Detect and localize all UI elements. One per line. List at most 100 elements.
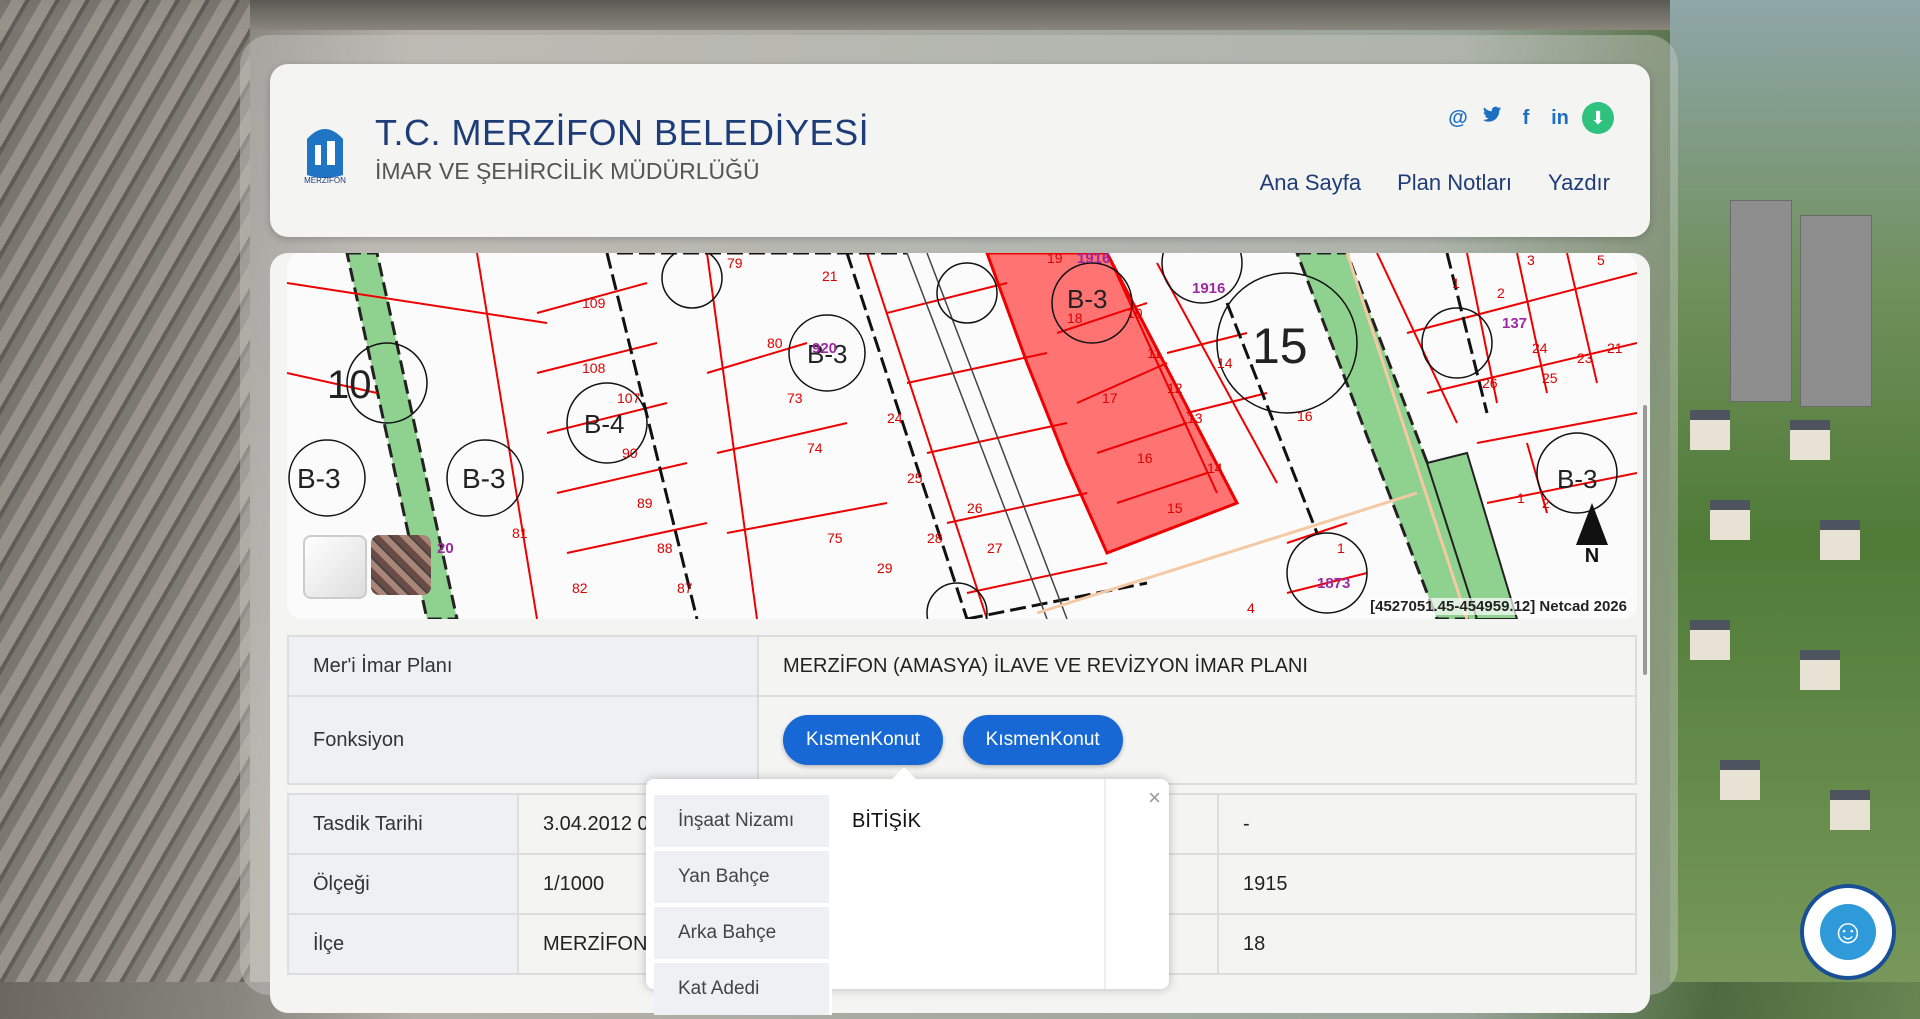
svg-text:21: 21 — [1607, 340, 1623, 356]
svg-text:107: 107 — [617, 390, 641, 406]
function-popup: × İnşaat Nizamı BİTİŞİK Yan Bahçe Arka B… — [646, 767, 1169, 1015]
svg-text:79: 79 — [727, 255, 743, 271]
background-tower — [1800, 215, 1872, 407]
svg-text:4: 4 — [1247, 600, 1255, 616]
svg-text:25: 25 — [1542, 370, 1558, 386]
background-tower — [1730, 200, 1792, 402]
svg-text:88: 88 — [657, 540, 673, 556]
social-links: @ f in ⬇ — [1446, 102, 1614, 134]
background-house — [1690, 620, 1730, 660]
email-icon[interactable]: @ — [1446, 107, 1470, 130]
detail-label: Tasdik Tarihi — [287, 793, 519, 855]
zoning-map[interactable]: 79 21 109 108 107 90 89 88 87 82 81 80 73 74 75 24… — [287, 253, 1637, 619]
svg-text:80: 80 — [767, 335, 783, 351]
svg-text:2: 2 — [1497, 285, 1505, 301]
svg-text:108: 108 — [582, 360, 606, 376]
function-table: Fonksiyon KısmenKonut KısmenKonut — [287, 695, 1637, 785]
svg-text:1916: 1916 — [1077, 253, 1110, 267]
popup-row: Kat Adedi — [654, 963, 1113, 1015]
detail-label: İlçe — [287, 913, 519, 975]
popup-value — [832, 963, 1113, 1015]
plan-label: Mer'i İmar Planı — [287, 635, 759, 697]
header: MERZİFON T.C. MERZİFON BELEDİYESİ İMAR V… — [270, 64, 1650, 237]
nav-print[interactable]: Yazdır — [1548, 170, 1610, 196]
detail-extra: - — [1217, 793, 1637, 855]
svg-text:1: 1 — [1337, 540, 1345, 556]
plan-table: Mer'i İmar Planı MERZİFON (AMASYA) İLAVE… — [287, 635, 1637, 697]
nav-home[interactable]: Ana Sayfa — [1260, 170, 1362, 196]
svg-text:17: 17 — [1102, 390, 1118, 406]
svg-text:1873: 1873 — [1317, 575, 1350, 592]
svg-text:24: 24 — [1532, 340, 1548, 356]
svg-text:3: 3 — [1527, 253, 1535, 268]
svg-text:B-3: B-3 — [1557, 464, 1597, 494]
popup-label: Kat Adedi — [654, 963, 832, 1015]
detail-extra: 1915 — [1217, 853, 1637, 915]
svg-text:11: 11 — [1147, 345, 1162, 361]
popup-table: İnşaat Nizamı BİTİŞİK Yan Bahçe Arka Bah… — [654, 791, 1113, 1019]
svg-text:B-4: B-4 — [584, 409, 624, 439]
nav-plan-notes[interactable]: Plan Notları — [1397, 170, 1512, 196]
popup-value — [832, 851, 1113, 903]
svg-text:25: 25 — [907, 470, 923, 486]
function-pill[interactable]: KısmenKonut — [962, 715, 1123, 765]
svg-text:27: 27 — [987, 540, 1003, 556]
function-label: Fonksiyon — [287, 695, 759, 785]
popup-value — [832, 907, 1113, 959]
svg-text:26: 26 — [967, 500, 983, 516]
svg-text:1: 1 — [1452, 275, 1460, 291]
close-icon[interactable]: × — [1148, 785, 1161, 811]
page-scrollbar[interactable] — [1643, 405, 1647, 675]
svg-text:B-3: B-3 — [1067, 284, 1107, 314]
compass-icon: N — [1565, 503, 1619, 573]
twitter-icon[interactable] — [1480, 106, 1504, 130]
svg-text:14: 14 — [1217, 355, 1233, 371]
basemap-thumb-plan[interactable] — [303, 535, 367, 599]
map-coordinates: [4527051.45-454959.12] Netcad 2026 — [1370, 598, 1627, 615]
municipality-logo[interactable]: MERZİFON — [303, 119, 347, 185]
popup-row: Arka Bahçe — [654, 907, 1113, 959]
popup-row: Yan Bahçe — [654, 851, 1113, 903]
svg-text:12: 12 — [1167, 380, 1183, 396]
background-house — [1720, 760, 1760, 800]
svg-text:B-3: B-3 — [297, 463, 341, 494]
map-drawing: 7921109 10810790 898887 828180 737475 24… — [287, 253, 1637, 619]
svg-text:75: 75 — [827, 530, 843, 546]
popup-label: Yan Bahçe — [654, 851, 832, 903]
svg-text:23: 23 — [1577, 350, 1593, 366]
svg-text:19: 19 — [1047, 253, 1063, 266]
chat-assistant-button[interactable]: ☺ — [1800, 884, 1896, 980]
svg-text:10: 10 — [1127, 305, 1143, 321]
svg-text:89: 89 — [637, 495, 653, 511]
download-icon[interactable]: ⬇ — [1582, 102, 1614, 134]
background-top — [0, 0, 1920, 30]
background-house — [1690, 410, 1730, 450]
svg-text:1916: 1916 — [1192, 280, 1225, 297]
svg-text:29: 29 — [877, 560, 893, 576]
function-pill[interactable]: KısmenKonut — [783, 715, 944, 765]
svg-text:13: 13 — [1187, 410, 1203, 426]
popup-value: BİTİŞİK — [852, 809, 921, 832]
svg-text:5: 5 — [1597, 253, 1605, 268]
svg-text:14: 14 — [1207, 460, 1223, 476]
basemap-thumb-satellite[interactable] — [371, 535, 431, 595]
popup-label: İnşaat Nizamı — [654, 795, 832, 847]
table-row: Mer'i İmar Planı MERZİFON (AMASYA) İLAVE… — [287, 635, 1637, 697]
background-house — [1830, 790, 1870, 830]
svg-text:24: 24 — [887, 410, 903, 426]
popup-label: Arka Bahçe — [654, 907, 832, 959]
svg-text:109: 109 — [582, 295, 606, 311]
background-house — [1710, 500, 1750, 540]
facebook-icon[interactable]: f — [1514, 107, 1538, 130]
svg-text:26: 26 — [1482, 375, 1498, 391]
svg-text:920: 920 — [812, 340, 837, 357]
popup-row: İnşaat Nizamı BİTİŞİK — [654, 795, 1113, 847]
svg-text:B-3: B-3 — [462, 463, 506, 494]
svg-text:2: 2 — [1542, 495, 1550, 511]
linkedin-icon[interactable]: in — [1548, 107, 1572, 130]
svg-text:73: 73 — [787, 390, 803, 406]
table-row: Fonksiyon KısmenKonut KısmenKonut — [287, 695, 1637, 785]
main-nav: Ana Sayfa Plan Notları Yazdır — [1260, 170, 1610, 196]
svg-text:MERZİFON: MERZİFON — [304, 176, 346, 185]
svg-text:81: 81 — [512, 525, 528, 541]
